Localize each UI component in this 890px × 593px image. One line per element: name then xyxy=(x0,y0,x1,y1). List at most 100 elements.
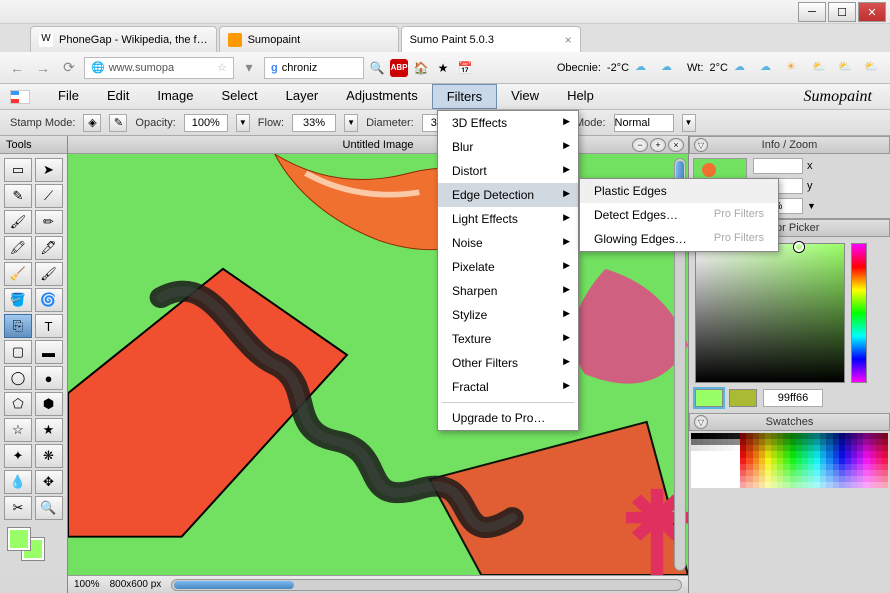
tool-transform[interactable]: ✥ xyxy=(35,470,63,494)
secondary-swatch[interactable] xyxy=(729,389,757,407)
color-swatches[interactable] xyxy=(0,524,67,564)
stamp-mode-clone-button[interactable]: ◈ xyxy=(83,114,101,132)
tool-zoom[interactable]: 🔍 xyxy=(35,496,63,520)
edge-glowing-edges[interactable]: Glowing Edges…Pro Filters xyxy=(580,227,778,251)
filter-noise[interactable]: Noise▶ xyxy=(438,231,578,255)
color-cursor[interactable] xyxy=(794,242,804,252)
opacity-dropdown[interactable]: ▼ xyxy=(236,114,250,132)
swatch-cell[interactable] xyxy=(882,482,888,488)
search-bar[interactable]: g chroniz xyxy=(264,57,364,79)
tool-blur[interactable]: 💧 xyxy=(4,470,32,494)
browser-tab-sumopaint[interactable]: Sumopaint xyxy=(219,26,399,52)
tool-symmetry[interactable]: ❋ xyxy=(35,444,63,468)
fg-color-swatch[interactable] xyxy=(8,528,30,550)
tool-pen[interactable]: ✎ xyxy=(4,184,32,208)
menu-file[interactable]: File xyxy=(44,84,93,109)
calendar-icon[interactable]: 📅 xyxy=(456,59,474,77)
address-bar[interactable]: 🌐 www.sumopa ☆ xyxy=(84,57,234,79)
zoom-in-button[interactable]: + xyxy=(650,138,666,152)
tool-eraser[interactable]: 🧹 xyxy=(4,262,32,286)
tool-smudge[interactable]: 🖍 xyxy=(4,236,32,260)
menu-filters[interactable]: Filters xyxy=(432,84,497,109)
star-icon[interactable]: ★ xyxy=(434,59,452,77)
filter-pixelate[interactable]: Pixelate▶ xyxy=(438,255,578,279)
filter-distort[interactable]: Distort▶ xyxy=(438,159,578,183)
chevron-down-icon[interactable]: ▼ xyxy=(807,201,816,211)
bookmark-icon[interactable]: ☆ xyxy=(217,61,227,74)
tool-move[interactable]: ➤ xyxy=(35,158,63,182)
flow-dropdown[interactable]: ▼ xyxy=(344,114,358,132)
tool-rect-fill[interactable]: ▬ xyxy=(35,340,63,364)
hue-slider[interactable] xyxy=(851,243,867,383)
filter-stylize[interactable]: Stylize▶ xyxy=(438,303,578,327)
tool-burst[interactable]: ✦ xyxy=(4,444,32,468)
menu-image[interactable]: Image xyxy=(143,84,207,109)
flow-input[interactable] xyxy=(292,114,336,132)
search-icon[interactable]: 🔍 xyxy=(368,59,386,77)
blend-dropdown[interactable]: ▼ xyxy=(682,114,696,132)
back-button[interactable]: ← xyxy=(6,57,28,79)
color-gradient[interactable] xyxy=(695,243,845,383)
stamp-mode-brush-button[interactable]: ✎ xyxy=(109,114,127,132)
menu-select[interactable]: Select xyxy=(208,84,272,109)
language-flag-icon[interactable] xyxy=(10,90,30,104)
tool-rect[interactable]: ▢ xyxy=(4,340,32,364)
window-close-button[interactable]: ✕ xyxy=(858,2,886,22)
upgrade-to-pro[interactable]: Upgrade to Pro… xyxy=(438,406,578,430)
tool-marquee[interactable]: ▭ xyxy=(4,158,32,182)
menu-layer[interactable]: Layer xyxy=(272,84,333,109)
tool-text[interactable]: T xyxy=(35,314,63,338)
menu-help[interactable]: Help xyxy=(553,84,608,109)
abp-icon[interactable]: ABP xyxy=(390,59,408,77)
tool-bucket[interactable]: 🪣 xyxy=(4,288,32,312)
tool-ellipse-fill[interactable]: ● xyxy=(35,366,63,390)
tool-paint[interactable]: 🖌 xyxy=(35,262,63,286)
blend-select[interactable] xyxy=(614,114,674,132)
window-minimize-button[interactable]: ─ xyxy=(798,2,826,22)
fg-swatch[interactable] xyxy=(695,389,723,407)
hex-input[interactable] xyxy=(763,389,823,407)
zoom-close-button[interactable]: × xyxy=(668,138,684,152)
opacity-input[interactable] xyxy=(184,114,228,132)
zoom-out-button[interactable]: − xyxy=(632,138,648,152)
tool-ellipse[interactable]: ◯ xyxy=(4,366,32,390)
tool-star[interactable]: ☆ xyxy=(4,418,32,442)
menu-edit[interactable]: Edit xyxy=(93,84,143,109)
menu-view[interactable]: View xyxy=(497,84,553,109)
tool-polygon[interactable]: ⬠ xyxy=(4,392,32,416)
tool-clone[interactable]: ⎘ xyxy=(4,314,32,338)
home-icon[interactable]: 🏠 xyxy=(412,59,430,77)
window-maximize-button[interactable]: ☐ xyxy=(828,2,856,22)
collapse-icon[interactable]: ▽ xyxy=(694,415,708,429)
browser-tab-wikipedia[interactable]: W PhoneGap - Wikipedia, the f… xyxy=(30,26,217,52)
browser-tab-sumopaint-app[interactable]: Sumo Paint 5.0.3 × xyxy=(401,26,581,52)
swatches-panel-header[interactable]: ▽ Swatches xyxy=(689,413,890,431)
tool-brush[interactable]: 🖌 xyxy=(4,210,32,234)
tool-line[interactable]: ⟋ xyxy=(35,184,63,208)
filter-blur[interactable]: Blur▶ xyxy=(438,135,578,159)
x-input[interactable] xyxy=(753,158,803,174)
tool-crop[interactable]: ✂ xyxy=(4,496,32,520)
filter-3d-effects[interactable]: 3D Effects▶ xyxy=(438,111,578,135)
collapse-icon[interactable]: ▽ xyxy=(694,138,708,152)
filter-texture[interactable]: Texture▶ xyxy=(438,327,578,351)
horizontal-scrollbar[interactable] xyxy=(171,579,682,591)
menu-adjustments[interactable]: Adjustments xyxy=(332,84,432,109)
filter-sharpen[interactable]: Sharpen▶ xyxy=(438,279,578,303)
edge-detect-edges[interactable]: Detect Edges…Pro Filters xyxy=(580,203,778,227)
filter-fractal[interactable]: Fractal▶ xyxy=(438,375,578,399)
reload-button[interactable]: ⟳ xyxy=(58,57,80,79)
filter-other-filters[interactable]: Other Filters▶ xyxy=(438,351,578,375)
dropdown-button[interactable]: ▾ xyxy=(238,57,260,79)
forward-button[interactable]: → xyxy=(32,57,54,79)
close-icon[interactable]: × xyxy=(565,33,572,47)
tool-gradient[interactable]: 🌀 xyxy=(35,288,63,312)
tool-star-fill[interactable]: ★ xyxy=(35,418,63,442)
filter-light-effects[interactable]: Light Effects▶ xyxy=(438,207,578,231)
info-panel-header[interactable]: ▽ Info / Zoom xyxy=(689,136,890,154)
edge-plastic-edges[interactable]: Plastic Edges xyxy=(580,179,778,203)
tool-pencil[interactable]: ✏ xyxy=(35,210,63,234)
filter-edge-detection[interactable]: Edge Detection▶ xyxy=(438,183,578,207)
tool-polygon-fill[interactable]: ⬢ xyxy=(35,392,63,416)
swatches-grid[interactable] xyxy=(691,433,888,488)
